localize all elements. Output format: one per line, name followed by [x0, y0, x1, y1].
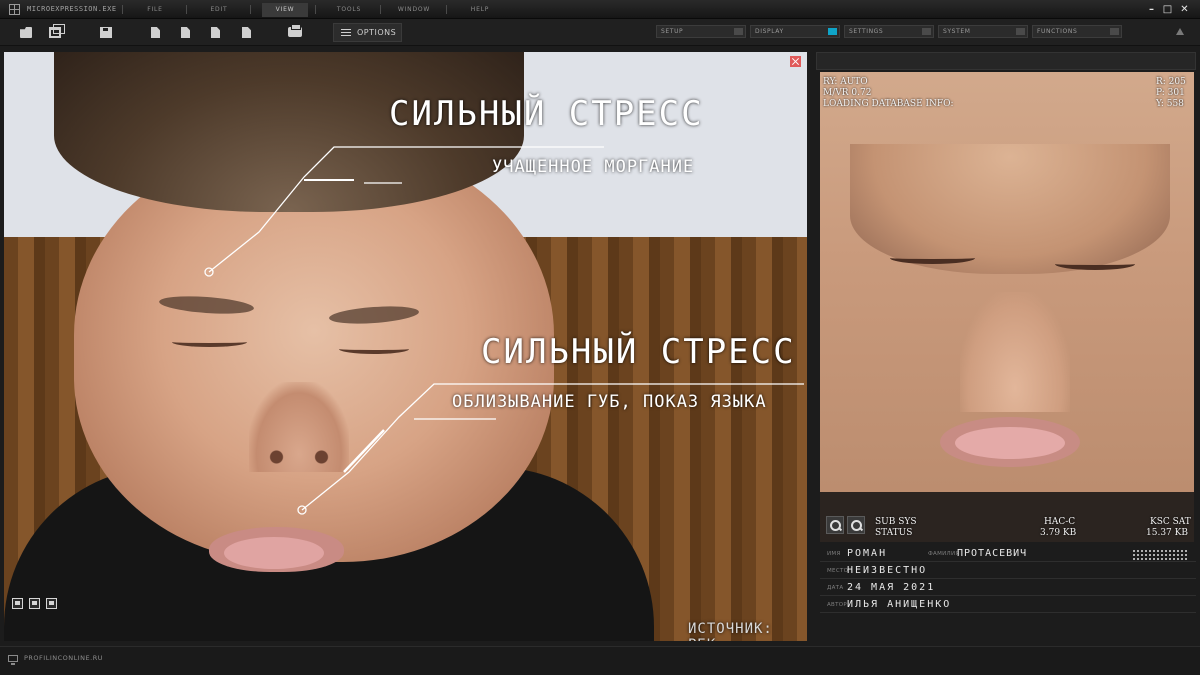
hud-mvr: M/VR 0.72 [823, 88, 872, 98]
functions-toggle[interactable]: FUNCTIONS [1032, 25, 1122, 38]
profile-row-place: МЕСТО НЕИЗВЕСТНО [820, 563, 1196, 579]
toolbar: OPTIONS SETUP DISPLAY SETTINGS SYSTEM FU… [0, 19, 1200, 46]
zoom-out-icon[interactable] [826, 516, 844, 534]
name-key: ИМЯ [827, 551, 841, 557]
name-value: РОМАН [847, 548, 888, 559]
zoomed-right-eye [1055, 258, 1135, 270]
hud-y: Y: 558 [1156, 99, 1184, 109]
hud-sub-sys: SUB SYS [875, 517, 917, 527]
date-key: ДАТА [827, 585, 844, 591]
warning-icon[interactable] [1176, 28, 1184, 35]
document-search-icon[interactable] [211, 27, 220, 38]
menu-file[interactable]: FILE [136, 3, 174, 17]
setup-indicator [734, 28, 743, 35]
monitor-icon [8, 655, 18, 665]
source-label: ИСТОЧНИК: РБК [688, 621, 773, 641]
profile-row-author: АВТОР ИЛЬЯ АНИЩЕНКО [820, 597, 1196, 613]
hud-loading: LOADING DATABASE INFO: [823, 99, 954, 109]
title-bar: MICROEXPRESSION.EXE FILE EDIT VIEW TOOLS… [0, 0, 1200, 19]
system-label: SYSTEM [943, 28, 971, 35]
open-folder-icon[interactable] [20, 27, 32, 38]
menu-window[interactable]: WINDOW [394, 3, 434, 17]
menu-view[interactable]: VIEW [262, 3, 308, 17]
setup-label: SETUP [661, 28, 684, 35]
author-key: АВТОР [827, 602, 848, 608]
close-button[interactable]: ✕ [1178, 3, 1191, 16]
settings-toggle[interactable]: SETTINGS [844, 25, 934, 38]
zoomed-left-eye [890, 252, 975, 264]
menu-separator [186, 5, 187, 14]
status-bar: PROFILINCONLINE.RU [0, 646, 1200, 675]
author-value: ИЛЬЯ АНИЩЕНКО [847, 599, 952, 610]
surname-key: ФАМИЛИЯ [928, 551, 960, 557]
place-value: НЕИЗВЕСТНО [847, 565, 928, 576]
hud-r: R: 205 [1156, 77, 1186, 87]
menu-separator [380, 5, 381, 14]
options-label: OPTIONS [357, 28, 397, 37]
print-icon[interactable] [288, 24, 302, 37]
barcode-dots [1132, 549, 1188, 561]
hud-hac-size: 3.79 KB [1040, 528, 1077, 538]
hud-status: STATUS [875, 528, 913, 538]
system-indicator [1016, 28, 1025, 35]
hud-hac-label: HAC-C [1044, 517, 1076, 527]
functions-label: FUNCTIONS [1037, 28, 1078, 35]
app-title: MICROEXPRESSION.EXE [27, 5, 117, 13]
menu-help[interactable]: HELP [462, 3, 498, 17]
menu-separator [122, 5, 123, 14]
zoomed-face-panel[interactable]: RY: AUTO M/VR 0.72 LOADING DATABASE INFO… [820, 72, 1194, 542]
clipboard-icon[interactable] [242, 27, 251, 38]
status-site[interactable]: PROFILINCONLINE.RU [24, 654, 103, 662]
stress-caption-subtitle: ОБЛИЗЫВАНИЕ ГУБ, ПОКАЗ ЯЗЫКА [452, 392, 767, 412]
setup-toggle[interactable]: SETUP [656, 25, 746, 38]
stress-caption-subtitle: УЧАЩЕННОЕ МОРГАНИЕ [492, 157, 695, 177]
panel-header [816, 52, 1196, 70]
list-icon [341, 29, 351, 37]
display-label: DISPLAY [755, 28, 784, 35]
leader-accent-tongue [343, 429, 385, 473]
stress-caption-title: СИЛЬНЫЙ СТРЕСС [389, 94, 704, 134]
windows-icon[interactable] [49, 24, 65, 38]
functions-indicator [1110, 28, 1119, 35]
stress-caption-title: СИЛЬНЫЙ СТРЕСС [481, 332, 796, 372]
hud-p: P: 301 [1156, 88, 1185, 98]
zoomed-tongue [955, 427, 1065, 459]
document-settings-icon[interactable] [181, 27, 190, 38]
surname-value: ПРОТАСЕВИЧ [957, 548, 1028, 559]
layout-icon[interactable] [12, 598, 23, 609]
menu-separator [250, 5, 251, 14]
system-toggle[interactable]: SYSTEM [938, 25, 1028, 38]
display-indicator [828, 28, 837, 35]
video-frame[interactable]: СИЛЬНЫЙ СТРЕСС УЧАЩЕННОЕ МОРГАНИЕ СИЛЬНЫ… [4, 52, 807, 641]
settings-indicator [922, 28, 931, 35]
save-icon[interactable] [100, 27, 112, 38]
layout-icon[interactable] [46, 598, 57, 609]
layout-icon[interactable] [29, 598, 40, 609]
minimize-button[interactable]: – [1145, 3, 1158, 16]
display-toggle[interactable]: DISPLAY [750, 25, 840, 38]
settings-label: SETTINGS [849, 28, 884, 35]
menu-separator [315, 5, 316, 14]
close-icon[interactable] [790, 56, 801, 67]
options-button[interactable]: OPTIONS [333, 23, 402, 42]
menu-separator [446, 5, 447, 14]
zoomed-nose [960, 292, 1070, 412]
menu-tools[interactable]: TOOLS [330, 3, 368, 17]
place-key: МЕСТО [827, 568, 849, 574]
zoom-in-icon[interactable] [847, 516, 865, 534]
date-value: 24 МАЯ 2021 [847, 582, 936, 593]
maximize-button[interactable]: □ [1161, 3, 1174, 16]
menu-edit[interactable]: EDIT [200, 3, 238, 17]
profile-row-date: ДАТА 24 МАЯ 2021 [820, 580, 1196, 596]
app-icon [9, 4, 20, 15]
hud-ry: RY: AUTO [823, 77, 868, 87]
new-document-icon[interactable] [151, 27, 160, 38]
hud-ksc-size: 15.37 KB [1146, 528, 1188, 538]
hud-ksc-label: KSC SAT [1150, 517, 1191, 527]
